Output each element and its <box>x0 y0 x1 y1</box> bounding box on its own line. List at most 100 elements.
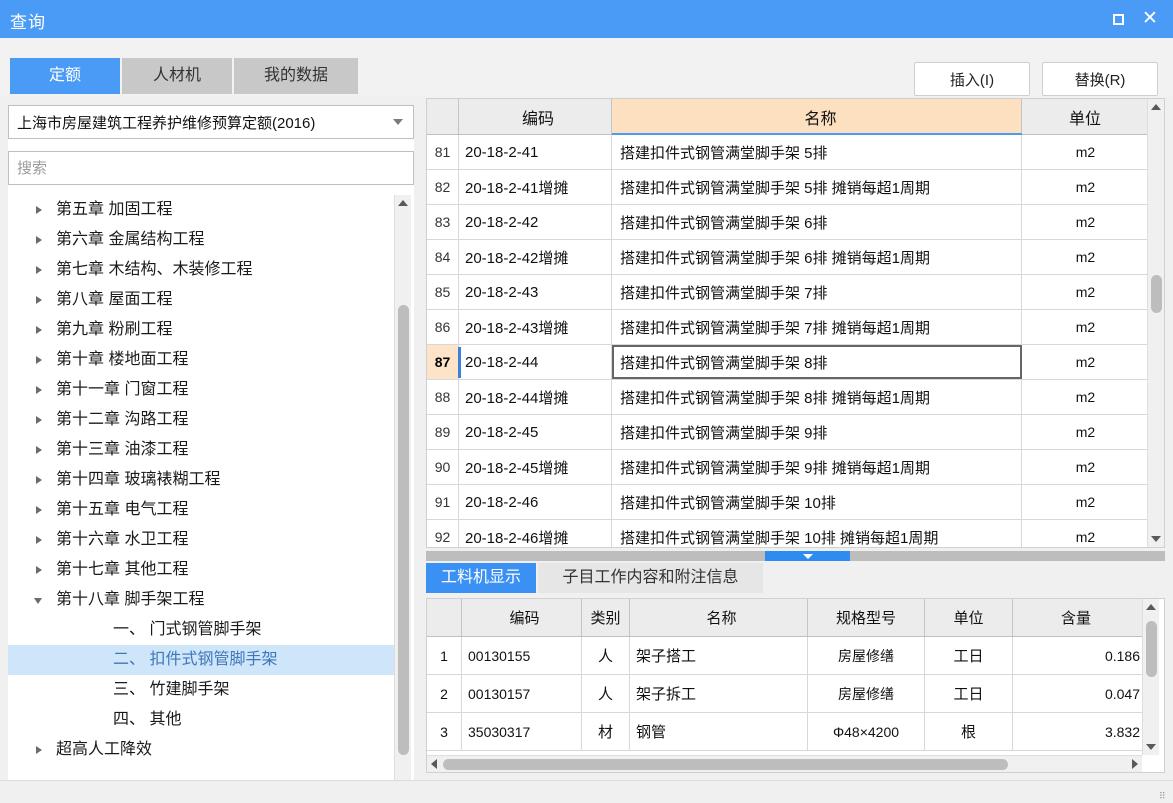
insert-button[interactable]: 插入(I) <box>914 62 1030 96</box>
cell-code[interactable]: 20-18-2-46增摊 <box>459 520 612 547</box>
tree-expander-closed-icon[interactable] <box>36 416 42 424</box>
table-row[interactable]: 92 20-18-2-46增摊 搭建扣件式钢管满堂脚手架 10排 摊销每超1周期 m2 <box>427 520 1149 547</box>
column-header-quantity[interactable]: 含量 <box>1013 599 1144 636</box>
table-row[interactable]: 91 20-18-2-46 搭建扣件式钢管满堂脚手架 10排 m2 <box>427 485 1149 520</box>
cell-code[interactable]: 20-18-2-43增摊 <box>459 310 612 344</box>
tree-expander-open-icon[interactable] <box>34 598 42 604</box>
cell-unit[interactable]: 工日 <box>925 637 1013 674</box>
cell-code[interactable]: 20-18-2-46 <box>459 485 612 519</box>
cell-name[interactable]: 搭建扣件式钢管满堂脚手架 7排 摊销每超1周期 <box>612 310 1022 344</box>
cell-name[interactable]: 搭建扣件式钢管满堂脚手架 9排 摊销每超1周期 <box>612 450 1022 484</box>
cell-index[interactable]: 84 <box>427 240 459 274</box>
cell-index[interactable]: 87 <box>427 345 459 379</box>
cell-index[interactable]: 3 <box>427 713 462 750</box>
table-row[interactable]: 1 00130155 人架子搭工 房屋修缮 工日 0.186 <box>427 637 1144 675</box>
cell-code[interactable]: 35030317 <box>462 713 582 750</box>
material-table-vscrollbar[interactable] <box>1142 599 1159 755</box>
tree-item[interactable]: 第九章 粉刷工程 <box>8 315 394 345</box>
cell-index[interactable]: 86 <box>427 310 459 344</box>
column-header-name[interactable]: 名称 <box>630 599 808 636</box>
cell-unit[interactable]: m2 <box>1022 345 1149 379</box>
maximize-icon[interactable] <box>1105 6 1131 32</box>
tree-expander-closed-icon[interactable] <box>36 356 42 364</box>
scroll-up-icon[interactable] <box>398 200 408 206</box>
tree-item[interactable]: 第十七章 其他工程 <box>8 555 394 585</box>
tree-expander-closed-icon[interactable] <box>36 206 42 214</box>
cell-unit[interactable]: m2 <box>1022 275 1149 309</box>
sidebar-scrollbar[interactable] <box>394 195 411 791</box>
quota-table-scrollbar-thumb[interactable] <box>1151 275 1162 313</box>
tree-item[interactable]: 第十五章 电气工程 <box>8 495 394 525</box>
scroll-up-icon[interactable] <box>1151 104 1161 110</box>
cell-code[interactable]: 20-18-2-44 <box>459 345 612 379</box>
tab-labor-material-machine[interactable]: 人材机 <box>122 58 232 94</box>
column-header-category[interactable]: 类别 <box>582 599 630 636</box>
tree-expander-closed-icon[interactable] <box>36 266 42 274</box>
cell-code[interactable]: 20-18-2-42增摊 <box>459 240 612 274</box>
cell-unit[interactable]: m2 <box>1022 380 1149 414</box>
column-header-code[interactable]: 编码 <box>462 599 582 636</box>
cell-unit[interactable]: m2 <box>1022 240 1149 274</box>
tree-expander-closed-icon[interactable] <box>36 566 42 574</box>
tree-item[interactable]: 四、 其他 <box>8 705 394 735</box>
cell-spec[interactable]: 房屋修缮 <box>808 637 925 674</box>
tree-item[interactable]: 第五章 加固工程 <box>8 195 394 225</box>
cell-name[interactable]: 搭建扣件式钢管满堂脚手架 6排 <box>612 205 1022 239</box>
column-header-spec[interactable]: 规格型号 <box>808 599 925 636</box>
tree-expander-closed-icon[interactable] <box>36 326 42 334</box>
tree-item[interactable]: 第十二章 沟路工程 <box>8 405 394 435</box>
tree-item[interactable]: 二、 扣件式钢管脚手架 <box>8 645 394 675</box>
tree-item[interactable]: 三、 竹建脚手架 <box>8 675 394 705</box>
column-header-unit[interactable]: 单位 <box>1022 99 1149 134</box>
material-table-vscrollbar-thumb[interactable] <box>1146 621 1157 677</box>
cell-index[interactable]: 90 <box>427 450 459 484</box>
cell-unit[interactable]: m2 <box>1022 135 1149 169</box>
cell-name[interactable]: 搭建扣件式钢管满堂脚手架 10排 摊销每超1周期 <box>612 520 1022 547</box>
cell-name[interactable]: 架子搭工 <box>630 637 808 674</box>
search-input[interactable] <box>8 151 414 185</box>
material-table-hscrollbar-thumb[interactable] <box>443 759 1008 770</box>
cell-index[interactable]: 82 <box>427 170 459 204</box>
cell-index[interactable]: 83 <box>427 205 459 239</box>
tree-item[interactable]: 一、 门式钢管脚手架 <box>8 615 394 645</box>
table-row[interactable]: 87 20-18-2-44 搭建扣件式钢管满堂脚手架 8排 m2 <box>427 345 1149 380</box>
cell-code[interactable]: 20-18-2-41增摊 <box>459 170 612 204</box>
table-row[interactable]: 83 20-18-2-42 搭建扣件式钢管满堂脚手架 6排 m2 <box>427 205 1149 240</box>
column-header-name[interactable]: 名称 <box>612 99 1022 134</box>
cell-code[interactable]: 20-18-2-45增摊 <box>459 450 612 484</box>
tree-expander-closed-icon[interactable] <box>36 236 42 244</box>
replace-button[interactable]: 替换(R) <box>1042 62 1158 96</box>
cell-unit[interactable]: m2 <box>1022 415 1149 449</box>
tree-expander-closed-icon[interactable] <box>36 506 42 514</box>
library-select[interactable]: 上海市房屋建筑工程养护维修预算定额(2016) <box>8 105 414 139</box>
cell-name[interactable]: 搭建扣件式钢管满堂脚手架 9排 <box>612 415 1022 449</box>
cell-name[interactable]: 搭建扣件式钢管满堂脚手架 10排 <box>612 485 1022 519</box>
cell-name[interactable]: 钢管 <box>630 713 808 750</box>
tree-expander-closed-icon[interactable] <box>36 536 42 544</box>
cell-name[interactable]: 搭建扣件式钢管满堂脚手架 7排 <box>612 275 1022 309</box>
cell-code[interactable]: 20-18-2-45 <box>459 415 612 449</box>
cell-code[interactable]: 20-18-2-43 <box>459 275 612 309</box>
cell-name[interactable]: 架子拆工 <box>630 675 808 712</box>
cell-code[interactable]: 20-18-2-44增摊 <box>459 380 612 414</box>
tree-item[interactable]: 第七章 木结构、木装修工程 <box>8 255 394 285</box>
cell-code[interactable]: 00130157 <box>462 675 582 712</box>
tab-work-content-notes[interactable]: 子目工作内容和附注信息 <box>538 563 763 593</box>
cell-index[interactable]: 81 <box>427 135 459 169</box>
cell-code[interactable]: 00130155 <box>462 637 582 674</box>
cell-quantity[interactable]: 0.047 <box>1013 675 1144 712</box>
scroll-down-icon[interactable] <box>1146 744 1156 750</box>
cell-spec[interactable]: 房屋修缮 <box>808 675 925 712</box>
table-row[interactable]: 81 20-18-2-41 搭建扣件式钢管满堂脚手架 5排 m2 <box>427 135 1149 170</box>
splitter-collapse-button[interactable] <box>765 551 850 561</box>
cell-index[interactable]: 91 <box>427 485 459 519</box>
scroll-down-icon[interactable] <box>1151 536 1161 542</box>
table-row[interactable]: 86 20-18-2-43增摊 搭建扣件式钢管满堂脚手架 7排 摊销每超1周期 m2 <box>427 310 1149 345</box>
tree-item[interactable]: 第六章 金属结构工程 <box>8 225 394 255</box>
cell-spec[interactable]: Φ48×4200 <box>808 713 925 750</box>
table-row[interactable]: 85 20-18-2-43 搭建扣件式钢管满堂脚手架 7排 m2 <box>427 275 1149 310</box>
cell-name[interactable]: 搭建扣件式钢管满堂脚手架 8排 <box>612 345 1022 379</box>
close-icon[interactable]: ✕ <box>1137 6 1163 32</box>
sidebar-scrollbar-thumb[interactable] <box>398 305 409 755</box>
scroll-right-icon[interactable] <box>1132 759 1138 769</box>
